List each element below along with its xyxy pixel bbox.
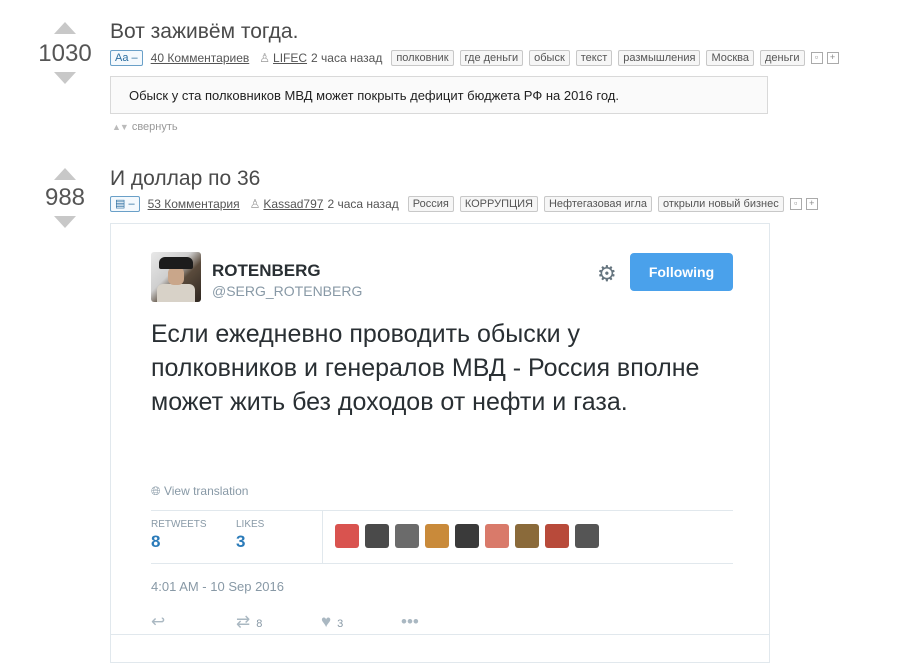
post-title[interactable]: И доллар по 36 (110, 167, 260, 191)
post-score: 1030 (38, 40, 92, 67)
like-action-count: 3 (337, 618, 344, 630)
post-type-badge[interactable]: ▤ – (110, 196, 140, 212)
tag[interactable]: Россия (407, 196, 454, 212)
tweet-text: Если ежедневно проводить обыски у полков… (151, 320, 700, 416)
post-meta: ▤ – 53 Комментария ♙ Kassad797 2 часа на… (110, 196, 818, 212)
post-time: 2 часа назад (327, 197, 399, 211)
reply-button[interactable]: ↩ (151, 612, 165, 632)
view-translation-label: View translation (163, 484, 249, 498)
likes-count: 3 (236, 532, 246, 551)
author-link[interactable]: LIFEC (273, 51, 307, 65)
tag[interactable]: полковник (391, 50, 454, 66)
comments-link[interactable]: 40 Комментариев (151, 51, 250, 65)
tag[interactable]: КОРРУПЦИЯ (459, 196, 538, 212)
likes-label: LIKES (236, 519, 265, 530)
tag[interactable]: Нефтегазовая игла (543, 196, 652, 212)
liker-avatar[interactable] (335, 524, 359, 548)
following-button[interactable]: Following (630, 253, 733, 291)
tag[interactable]: открыли новый бизнес (658, 196, 784, 212)
liker-avatar[interactable] (365, 524, 389, 548)
likes-stat[interactable]: LIKES 3 (236, 519, 264, 552)
tweet-bottom-divider (111, 634, 769, 635)
post-meta: Aa – 40 Комментариев ♙ LIFEC 2 часа наза… (110, 50, 839, 66)
liker-avatar[interactable] (455, 524, 479, 548)
retweet-icon: ⇄ (236, 612, 251, 631)
expand-icon[interactable]: + (826, 52, 839, 64)
liker-avatar[interactable] (425, 524, 449, 548)
liker-avatars (335, 524, 605, 548)
more-dots-icon: ••• (401, 612, 419, 631)
embedded-tweet-image: ROTENBERG @SERG_ROTENBERG ⚙ Following Ес… (110, 223, 770, 663)
user-icon: ♙ (249, 197, 261, 211)
collapse-arrows-icon: ▲▼ (112, 122, 129, 132)
retweets-label: RETWEETS (151, 519, 207, 530)
tag[interactable]: размышления (618, 50, 701, 66)
tag[interactable]: обыск (529, 50, 570, 66)
liker-avatar[interactable] (485, 524, 509, 548)
retweets-stat[interactable]: RETWEETS 8 (151, 519, 207, 552)
tag[interactable]: где деньги (459, 50, 524, 66)
liker-avatar[interactable] (395, 524, 419, 548)
post-type-badge[interactable]: Aa – (110, 50, 143, 66)
tweet-author-handle[interactable]: @SERG_ROTENBERG (212, 283, 362, 299)
user-icon: ♙ (259, 51, 271, 65)
stats-divider (322, 511, 323, 563)
author-link[interactable]: Kassad797 (263, 197, 323, 211)
tag[interactable]: Москва (706, 50, 755, 66)
tag[interactable]: текст (575, 50, 613, 66)
comments-link[interactable]: 53 Комментария (148, 197, 240, 211)
post-title[interactable]: Вот заживём тогда. (110, 20, 298, 44)
tweet-author-name[interactable]: ROTENBERG (212, 261, 321, 281)
post-time: 2 часа назад (311, 51, 383, 65)
save-icon[interactable]: ▫ (810, 52, 823, 64)
tag[interactable]: деньги (760, 50, 805, 66)
post-score: 988 (44, 184, 86, 211)
save-icon[interactable]: ▫ (789, 198, 802, 210)
reply-icon: ↩ (151, 612, 166, 631)
more-button[interactable]: ••• (401, 612, 419, 632)
retweet-button[interactable]: ⇄ 8 (236, 612, 262, 632)
downvote-arrow-icon[interactable] (54, 72, 76, 84)
gear-icon[interactable]: ⚙ (597, 261, 617, 287)
upvote-arrow-icon[interactable] (54, 168, 76, 180)
collapse-button[interactable]: ▲▼ свернуть (112, 121, 178, 133)
heart-icon: ♥ (321, 612, 332, 631)
liker-avatar[interactable] (515, 524, 539, 548)
vote-widget: 988 (30, 168, 100, 228)
liker-avatar[interactable] (575, 524, 599, 548)
tweet-stats: RETWEETS 8 LIKES 3 (151, 510, 733, 564)
post-text: Обыск у ста полковников МВД может покрыт… (110, 76, 768, 114)
view-translation-link[interactable]: 🌐︎ View translation (151, 484, 248, 499)
expand-icon[interactable]: + (805, 198, 818, 210)
collapse-label: свернуть (131, 121, 178, 133)
globe-icon: 🌐︎ (151, 484, 161, 498)
retweet-action-count: 8 (256, 618, 263, 630)
upvote-arrow-icon[interactable] (54, 22, 76, 34)
tweet-timestamp[interactable]: 4:01 AM - 10 Sep 2016 (151, 579, 284, 594)
retweets-count: 8 (151, 532, 161, 551)
liker-avatar[interactable] (545, 524, 569, 548)
downvote-arrow-icon[interactable] (54, 216, 76, 228)
vote-widget: 1030 (30, 22, 100, 84)
tweet-avatar[interactable] (151, 252, 201, 302)
like-button[interactable]: ♥ 3 (321, 612, 343, 632)
